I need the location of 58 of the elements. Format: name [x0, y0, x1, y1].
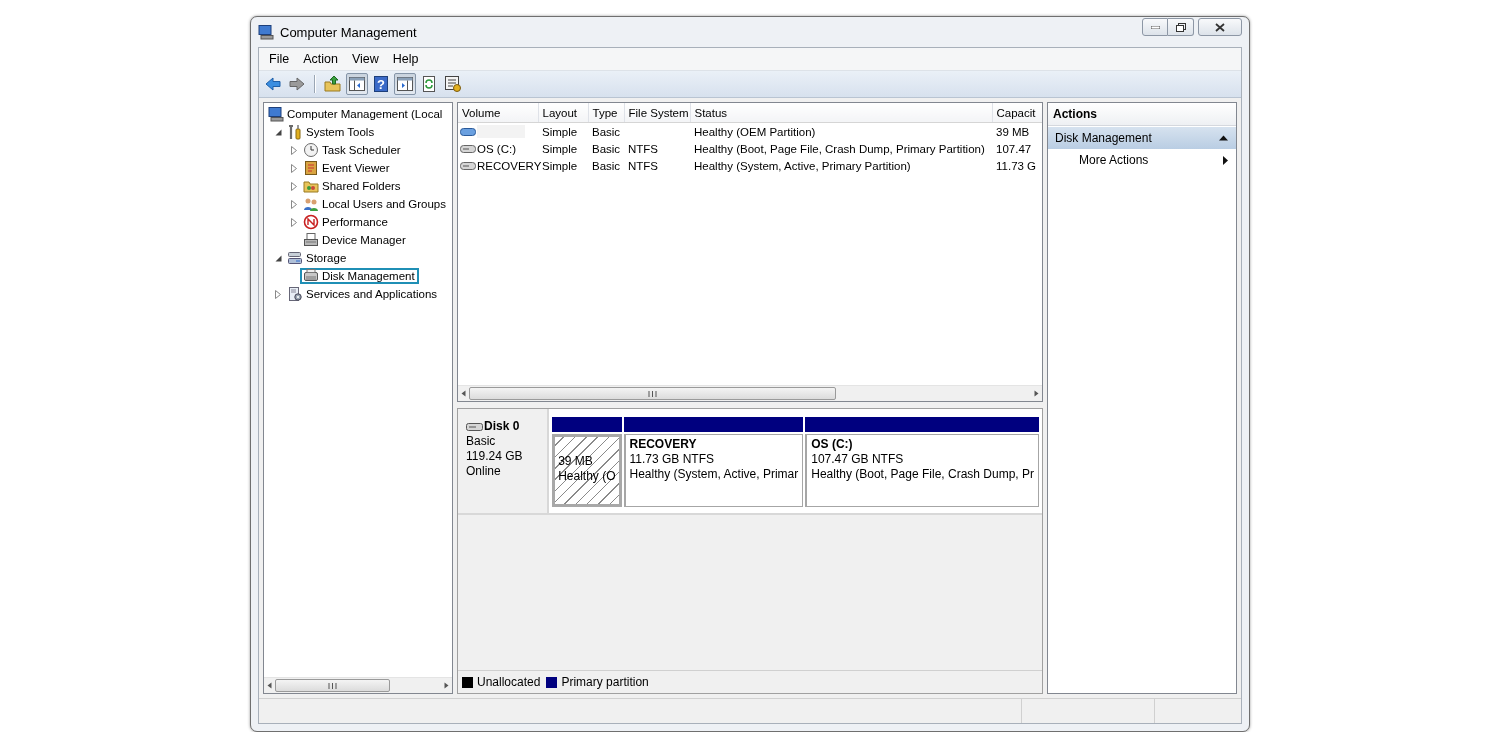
partition-status: Healthy (System, Active, Primar — [629, 467, 799, 482]
partition-status: Healthy (Boot, Page File, Crash Dump, Pr — [811, 467, 1034, 482]
menu-item[interactable]: Action — [296, 50, 345, 68]
table-cell: 39 MB — [996, 125, 1030, 138]
partition[interactable]: 39 MB Healthy (O — [552, 434, 622, 507]
partition-size: 107.47 GB NTFS — [811, 452, 905, 467]
tree-item[interactable]: Storage — [284, 250, 351, 266]
menu-item[interactable]: Help — [385, 50, 426, 68]
table-cell: 107.47 — [996, 142, 1032, 155]
menu-item[interactable]: View — [344, 50, 386, 68]
partition-size: 11.73 GB NTFS — [629, 452, 715, 467]
tree-item[interactable]: Local Users and Groups — [300, 196, 450, 212]
disk-size: 119.24 GB — [466, 449, 524, 464]
column-header[interactable]: Status — [690, 103, 992, 123]
menu-item[interactable]: File — [262, 50, 297, 68]
table-cell: Healthy (Boot, Page File, Crash Dump, Primary Partition) — [694, 142, 985, 155]
table-cell: NTFS — [628, 159, 659, 172]
disk-type: Basic — [466, 434, 497, 449]
legend-label: Primary partition — [561, 675, 649, 689]
table-cell: Basic — [592, 159, 621, 172]
action-item[interactable]: More Actions — [1048, 149, 1236, 171]
partition-size: 39 MB — [558, 454, 594, 469]
tree-item[interactable]: Event Viewer — [300, 160, 394, 176]
tree-item[interactable]: Device Manager — [300, 232, 410, 248]
tree-item[interactable]: Computer Management (Local — [265, 106, 447, 122]
partition-name: RECOVERY — [629, 437, 698, 452]
actions-section[interactable]: Disk Management — [1048, 127, 1236, 149]
column-header[interactable]: Capacit — [992, 103, 1042, 123]
table-cell: Simple — [542, 142, 578, 155]
table-cell: NTFS — [628, 142, 659, 155]
help-button[interactable]: ? — [374, 76, 388, 92]
partition[interactable]: RECOVERY 11.73 GB NTFS Healthy (System, Active, Primar — [623, 434, 804, 507]
table-cell: Healthy (OEM Partition) — [694, 125, 816, 138]
partition[interactable]: OS (C:) 107.47 GB NTFS Healthy (Boot, Page File, Crash Dump, Pr — [805, 434, 1039, 507]
column-header[interactable]: Volume — [458, 103, 538, 123]
partition-name: OS (C:) — [811, 437, 854, 452]
table-cell: OS (C:) — [477, 142, 516, 155]
table-cell: Basic — [592, 125, 621, 138]
table-cell: Simple — [542, 159, 578, 172]
disk-status: Online — [466, 464, 502, 479]
legend-label: Unallocated — [477, 675, 541, 689]
table-cell: 11.73 G — [996, 159, 1037, 172]
column-header[interactable]: Type — [588, 103, 624, 123]
column-header[interactable]: Layout — [538, 103, 588, 123]
tree-item[interactable]: System Tools — [284, 124, 379, 140]
disk-name: Disk 0 — [484, 419, 520, 434]
table-cell: Healthy (System, Active, Primary Partition) — [694, 159, 911, 172]
tree-item[interactable]: Performance — [300, 214, 392, 230]
column-header[interactable]: File System — [624, 103, 690, 123]
tree-item[interactable]: Disk Management — [300, 268, 419, 284]
table-cell: Basic — [592, 142, 621, 155]
window-title: Computer Management — [280, 24, 418, 40]
partition-status: Healthy (O — [558, 469, 616, 484]
table-cell: RECOVERY — [477, 159, 542, 172]
tree-item[interactable]: Task Scheduler — [300, 142, 405, 158]
tree-item[interactable]: Services and Applications — [284, 286, 442, 302]
tree-item[interactable]: Shared Folders — [300, 178, 405, 194]
table-cell: Simple — [542, 125, 578, 138]
